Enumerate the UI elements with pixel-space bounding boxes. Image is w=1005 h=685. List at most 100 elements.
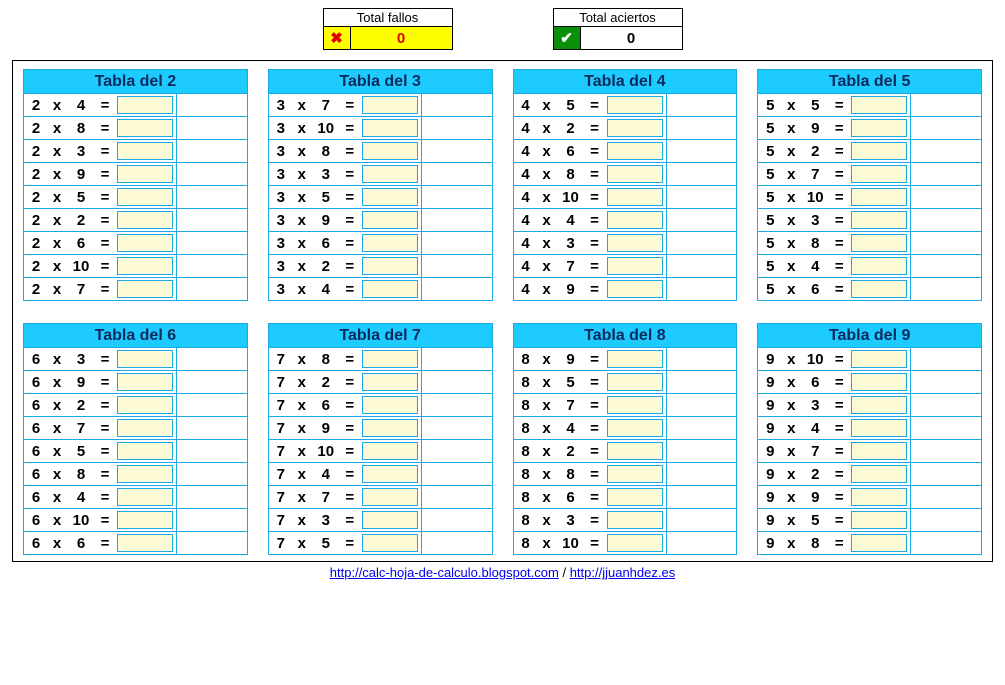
answer-input[interactable] [117,488,173,506]
operator: x [48,535,66,552]
answer-input[interactable] [851,280,907,298]
footer-link-2[interactable]: http://jjuanhdez.es [570,565,676,580]
answer-input[interactable] [117,119,173,137]
answer-input[interactable] [607,488,663,506]
answer-input[interactable] [851,188,907,206]
answer-input[interactable] [117,257,173,275]
answer-input[interactable] [607,511,663,529]
mark-cell [421,463,492,485]
answer-input[interactable] [851,350,907,368]
table-row: 8x6= [514,485,737,508]
mark-cell [421,440,492,462]
answer-input[interactable] [117,396,173,414]
answer-input[interactable] [851,442,907,460]
answer-input[interactable] [851,419,907,437]
answer-input[interactable] [851,257,907,275]
table-row: 6x7= [24,416,247,439]
answer-input[interactable] [851,234,907,252]
operand-b: 6 [800,281,830,298]
answer-input[interactable] [851,119,907,137]
answer-input[interactable] [851,465,907,483]
answer-input[interactable] [851,396,907,414]
answer-input[interactable] [117,534,173,552]
answer-input[interactable] [362,142,418,160]
answer-input[interactable] [607,419,663,437]
mark-cell [176,509,247,531]
answer-input[interactable] [607,534,663,552]
answer-input[interactable] [607,119,663,137]
answer-input[interactable] [362,396,418,414]
answer-input[interactable] [362,488,418,506]
answer-input[interactable] [851,488,907,506]
answer-input[interactable] [607,280,663,298]
answer-input[interactable] [607,257,663,275]
equals: = [586,535,604,552]
answer-input[interactable] [362,119,418,137]
answer-input[interactable] [607,96,663,114]
answer-input[interactable] [851,211,907,229]
operator: x [782,397,800,414]
answer-input[interactable] [362,442,418,460]
answer-input[interactable] [607,211,663,229]
answer-input[interactable] [362,257,418,275]
operand-b: 10 [556,535,586,552]
equals: = [830,235,848,252]
operand-a: 6 [24,489,48,506]
answer-input[interactable] [117,142,173,160]
answer-input[interactable] [117,373,173,391]
answer-input[interactable] [607,188,663,206]
operator: x [782,466,800,483]
table-row: 3x2= [269,254,492,277]
answer-input[interactable] [362,534,418,552]
answer-input[interactable] [851,142,907,160]
answer-input[interactable] [362,96,418,114]
answer-input[interactable] [362,211,418,229]
tabla-title: Tabla del 3 [269,70,492,93]
answer-input[interactable] [362,465,418,483]
answer-input[interactable] [607,396,663,414]
answer-input[interactable] [117,188,173,206]
answer-input[interactable] [362,511,418,529]
answer-input[interactable] [117,419,173,437]
answer-input[interactable] [362,188,418,206]
answer-input[interactable] [117,511,173,529]
answer-input[interactable] [607,234,663,252]
answer-input[interactable] [851,165,907,183]
answer-input[interactable] [362,165,418,183]
operand-a: 5 [758,120,782,137]
footer-link-1[interactable]: http://calc-hoja-de-calculo.blogspot.com [330,565,559,580]
answer-input[interactable] [607,142,663,160]
answer-input[interactable] [851,96,907,114]
answer-input[interactable] [117,350,173,368]
answer-input[interactable] [362,419,418,437]
equals: = [830,212,848,229]
answer-input[interactable] [362,350,418,368]
answer-input[interactable] [117,211,173,229]
operand-b: 9 [66,374,96,391]
mark-cell [910,209,981,231]
answer-input[interactable] [117,96,173,114]
answer-input[interactable] [362,373,418,391]
answer-input[interactable] [117,280,173,298]
answer-input[interactable] [607,350,663,368]
table-row: 4x9= [514,277,737,300]
answer-input[interactable] [607,442,663,460]
answer-input[interactable] [607,373,663,391]
equals: = [830,443,848,460]
answer-input[interactable] [851,373,907,391]
answer-input[interactable] [607,465,663,483]
answer-input[interactable] [851,534,907,552]
answer-input[interactable] [117,442,173,460]
operator: x [293,535,311,552]
answer-input[interactable] [362,280,418,298]
answer-input[interactable] [362,234,418,252]
mark-cell [421,186,492,208]
answer-input[interactable] [851,511,907,529]
operator: x [293,166,311,183]
answer-input[interactable] [607,165,663,183]
operand-b: 9 [556,281,586,298]
answer-input[interactable] [117,465,173,483]
answer-input[interactable] [117,234,173,252]
table-row: 9x8= [758,531,981,554]
answer-input[interactable] [117,165,173,183]
